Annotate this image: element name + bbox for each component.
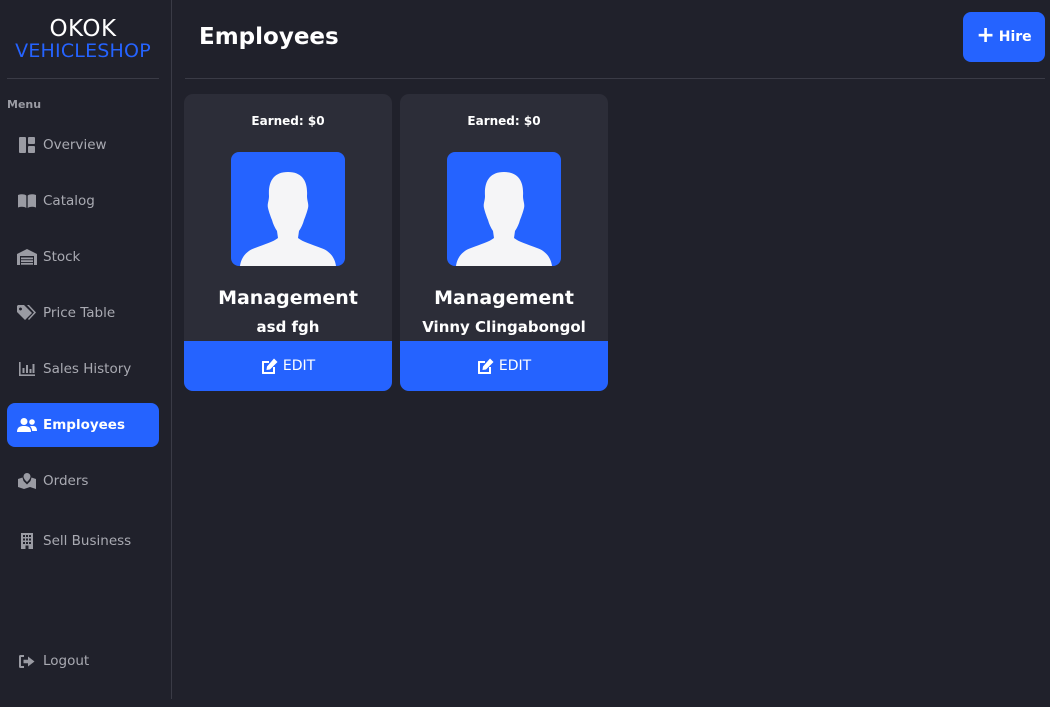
user-silhouette-icon [456, 172, 552, 266]
sidebar-divider [7, 78, 159, 79]
hire-button[interactable]: + Hire [963, 12, 1045, 62]
sidebar-item-label: Employees [43, 417, 126, 433]
map-icon [17, 472, 37, 490]
sidebar-item-label: Overview [43, 137, 107, 153]
avatar [231, 152, 345, 266]
sidebar-item-label: Orders [43, 473, 89, 489]
plus-icon: + [976, 23, 995, 48]
page-title: Employees [199, 24, 339, 50]
sidebar-item-employees[interactable]: Employees [7, 403, 159, 447]
employee-card: Earned: $0 Management asd fgh EDIT [184, 94, 392, 391]
sidebar-item-overview[interactable]: Overview [7, 123, 159, 167]
edit-icon [261, 358, 278, 374]
users-icon [17, 416, 37, 434]
avatar [447, 152, 561, 266]
brand-logo: OKOK VEHICLESHOP [7, 18, 159, 61]
sidebar-item-label: Sales History [43, 361, 132, 377]
sidebar-item-price-table[interactable]: Price Table [7, 291, 159, 335]
sidebar-item-orders[interactable]: Orders [7, 459, 159, 503]
edit-button-label: EDIT [498, 358, 532, 374]
employee-role: Management [434, 287, 574, 309]
employee-name: asd fgh [256, 318, 320, 336]
sidebar-item-label: Price Table [43, 305, 116, 321]
edit-employee-button[interactable]: EDIT [184, 341, 392, 391]
sidebar-item-catalog[interactable]: Catalog [7, 179, 159, 223]
menu-label: Menu [7, 98, 42, 111]
hire-button-label: Hire [998, 29, 1032, 45]
app-root: OKOK VEHICLESHOP Menu Overview Catalog S… [0, 0, 1050, 707]
edit-button-label: EDIT [282, 358, 316, 374]
employee-role: Management [218, 287, 358, 309]
employee-earned: Earned: $0 [467, 114, 541, 128]
employee-name: Vinny Clingabongol [422, 318, 586, 336]
employee-earned: Earned: $0 [251, 114, 325, 128]
edit-icon [477, 358, 494, 374]
logout-button[interactable]: Logout [7, 639, 159, 683]
sidebar-item-sell-business[interactable]: Sell Business [7, 519, 159, 563]
sidebar-item-label: Sell Business [43, 533, 132, 549]
dashboard-icon [17, 136, 37, 154]
edit-employee-button[interactable]: EDIT [400, 341, 608, 391]
sidebar-item-sales-history[interactable]: Sales History [7, 347, 159, 391]
employee-card: Earned: $0 Management Vinny Clingabongol… [400, 94, 608, 391]
user-silhouette-icon [240, 172, 336, 266]
warehouse-icon [17, 248, 37, 266]
building-icon [17, 532, 37, 550]
header-divider [185, 78, 1045, 79]
sidebar-item-label: Catalog [43, 193, 95, 209]
sidebar-item-label: Stock [43, 249, 81, 265]
brand-line-2: VEHICLESHOP [15, 40, 151, 62]
tags-icon [17, 304, 37, 322]
logout-label: Logout [43, 653, 90, 669]
chart-icon [17, 360, 37, 378]
sidebar-item-stock[interactable]: Stock [7, 235, 159, 279]
brand-line-1: OKOK [49, 16, 117, 42]
sidebar: OKOK VEHICLESHOP Menu Overview Catalog S… [0, 0, 172, 699]
logout-icon [17, 652, 37, 670]
book-icon [17, 192, 37, 210]
